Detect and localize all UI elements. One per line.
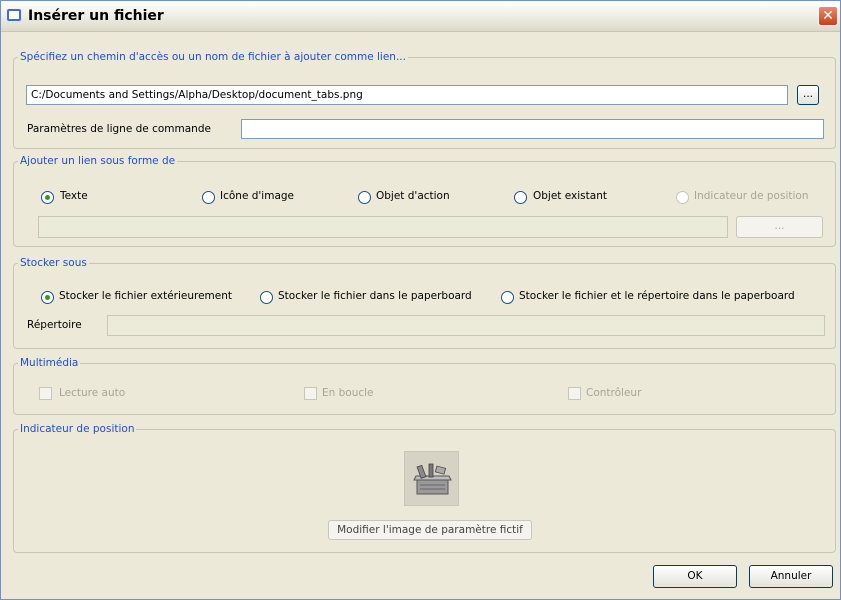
directory-label: Répertoire: [27, 319, 82, 331]
radio-image-icon[interactable]: [202, 191, 215, 204]
file-path-input[interactable]: C:/Documents and Settings/Alpha/Desktop/…: [26, 85, 788, 105]
radio-store-external-label: Stocker le fichier extérieurement: [59, 290, 233, 302]
checkbox-autoplay-label: Lecture auto: [59, 387, 126, 399]
directory-input[interactable]: [107, 315, 825, 336]
radio-existing-object-label: Objet existant: [533, 190, 607, 202]
title-bar[interactable]: Insérer un fichier ✕: [1, 1, 840, 32]
radio-position-indicator-label: Indicateur de position: [694, 190, 809, 202]
checkbox-loop[interactable]: [304, 387, 317, 400]
checkbox-controller-label: Contrôleur: [586, 387, 642, 399]
browse-path-button[interactable]: ...: [797, 85, 819, 105]
window-icon: [7, 9, 21, 21]
radio-store-external[interactable]: [41, 291, 54, 304]
link-browse-button[interactable]: ...: [736, 216, 823, 238]
radio-store-file-directory[interactable]: [501, 291, 514, 304]
cancel-button[interactable]: Annuler: [749, 565, 833, 588]
radio-text[interactable]: [41, 191, 54, 204]
close-button[interactable]: ✕: [818, 6, 838, 26]
radio-position-indicator[interactable]: [676, 191, 689, 204]
radio-action-object[interactable]: [358, 191, 371, 204]
radio-action-object-label: Objet d'action: [376, 190, 450, 202]
insert-file-dialog: Insérer un fichier ✕ Spécifiez un chemin…: [0, 0, 841, 600]
radio-existing-object[interactable]: [514, 191, 527, 204]
path-group-legend: Spécifiez un chemin d'accès ou un nom de…: [20, 51, 406, 63]
modify-placeholder-image-button[interactable]: Modifier l'image de paramètre fictif: [328, 520, 532, 540]
link-text-input[interactable]: [38, 216, 728, 238]
ok-button[interactable]: OK: [653, 565, 737, 588]
radio-store-file-directory-label: Stocker le fichier et le répertoire dans…: [519, 290, 795, 302]
checkbox-controller[interactable]: [568, 387, 581, 400]
checkbox-autoplay[interactable]: [39, 387, 52, 400]
position-indicator-group-legend: Indicateur de position: [20, 423, 135, 435]
radio-text-label: Texte: [60, 190, 88, 202]
cmdline-label: Paramètres de ligne de commande: [27, 123, 211, 135]
radio-image-icon-label: Icône d'image: [220, 190, 295, 202]
link-type-group-legend: Ajouter un lien sous forme de: [20, 155, 176, 167]
window-title: Insérer un fichier: [28, 8, 164, 24]
cmdline-input[interactable]: [241, 119, 824, 139]
toolbox-icon: [413, 463, 452, 495]
radio-store-paperboard-label: Stocker le fichier dans le paperboard: [278, 290, 472, 302]
checkbox-loop-label: En boucle: [322, 387, 374, 399]
radio-store-paperboard[interactable]: [260, 291, 273, 304]
multimedia-group-legend: Multimédia: [20, 357, 79, 369]
placeholder-image: [404, 451, 459, 506]
store-group-legend: Stocker sous: [20, 257, 87, 269]
multimedia-group: Multimédia: [13, 357, 836, 415]
